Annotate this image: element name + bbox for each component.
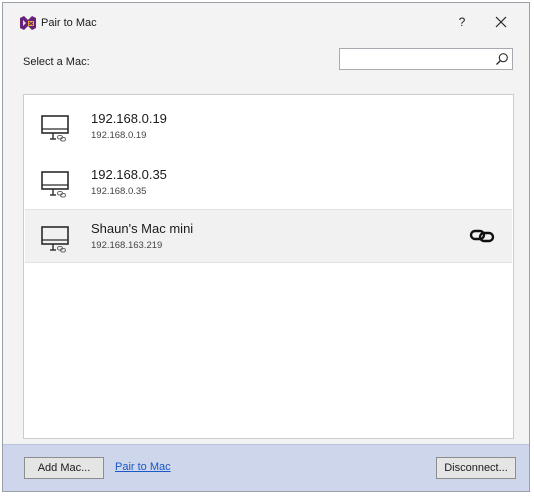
mac-monitor-icon xyxy=(41,226,69,253)
mac-name: 192.168.0.35 xyxy=(91,167,167,182)
search-icon[interactable] xyxy=(495,52,509,66)
select-mac-label: Select a Mac: xyxy=(23,56,90,68)
search-box[interactable] xyxy=(339,48,513,70)
mac-monitor-icon xyxy=(41,171,69,198)
dialog-footer: Add Mac... Pair to Mac Disconnect... xyxy=(3,444,529,491)
add-mac-button[interactable]: Add Mac... xyxy=(24,457,104,479)
help-button[interactable]: ? xyxy=(454,12,470,32)
pair-to-mac-dialog: Pair to Mac ? Select a Mac: 192.168.0.19… xyxy=(2,2,530,492)
mac-ip-address: 192.168.0.19 xyxy=(91,130,147,141)
mac-ip-address: 192.168.163.219 xyxy=(91,240,163,251)
mac-monitor-icon xyxy=(41,115,69,142)
disconnect-button[interactable]: Disconnect... xyxy=(436,457,516,479)
mac-name: Shaun's Mac mini xyxy=(91,221,194,236)
mac-ip-address: 192.168.0.35 xyxy=(91,186,147,197)
close-icon[interactable] xyxy=(491,12,511,32)
window-title: Pair to Mac xyxy=(41,17,97,29)
mac-list-item[interactable]: 192.168.0.19 192.168.0.19 xyxy=(25,99,512,153)
title-bar: Pair to Mac ? xyxy=(3,3,529,41)
pair-to-mac-link[interactable]: Pair to Mac xyxy=(115,461,171,473)
connected-link-icon[interactable] xyxy=(469,227,495,245)
search-input[interactable] xyxy=(342,50,498,68)
mac-list[interactable]: 192.168.0.19 192.168.0.19 192.168.0.35 1… xyxy=(23,94,514,439)
xamarin-vs-icon xyxy=(20,16,36,30)
mac-name: 192.168.0.19 xyxy=(91,111,167,126)
mac-list-item[interactable]: 192.168.0.35 192.168.0.35 xyxy=(25,155,512,209)
mac-list-item-selected[interactable]: Shaun's Mac mini 192.168.163.219 xyxy=(25,209,512,263)
